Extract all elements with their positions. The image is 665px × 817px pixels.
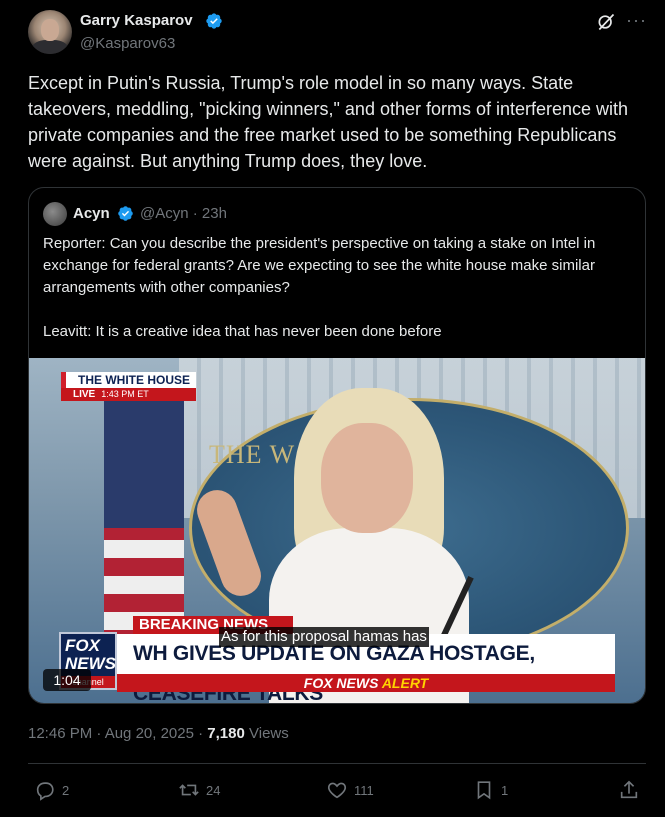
repost-icon (179, 784, 199, 796)
views-count: 7,180 (207, 725, 245, 742)
quoted-tweet[interactable]: Acyn @Acyn · 23h Reporter: Can you descr… (28, 187, 646, 704)
verified-badge-icon (118, 206, 133, 221)
reply-count: 2 (62, 782, 70, 798)
more-icon[interactable]: ··· (626, 10, 647, 31)
reply-icon (36, 782, 54, 801)
bookmark-icon (477, 781, 491, 800)
quoted-handle[interactable]: @Acyn · 23h (140, 205, 227, 222)
speaker (321, 423, 413, 533)
author-name[interactable]: Garry Kasparov (80, 12, 193, 29)
quoted-text: Reporter: Can you describe the president… (43, 235, 596, 340)
white-house-live-bug: THE WHITE HOUSE LIVE 1:43 PM ET (61, 372, 196, 403)
tweet-text: Except in Putin's Russia, Trump's role m… (28, 73, 629, 171)
like-count: 111 (354, 782, 374, 798)
us-flag (104, 378, 184, 638)
video-duration: 1:04 (43, 669, 91, 691)
tweet-timestamp[interactable]: 12:46 PM · Aug 20, 2025 · (28, 725, 207, 742)
like-icon (327, 782, 347, 799)
bookmark-count: 1 (501, 782, 509, 798)
repost-count: 24 (206, 782, 221, 798)
share-icon (620, 780, 638, 799)
grok-icon[interactable] (596, 12, 616, 32)
repost-button[interactable]: 24 (178, 778, 220, 802)
quoted-avatar[interactable] (43, 202, 67, 226)
quoted-author-name[interactable]: Acyn (73, 205, 110, 222)
reply-button[interactable]: 2 (34, 778, 69, 802)
tweet-meta: 12:46 PM · Aug 20, 2025 · 7,180 Views (28, 725, 289, 742)
views-label: Views (244, 725, 289, 742)
divider (28, 763, 646, 764)
author-handle[interactable]: @Kasparov63 (80, 35, 175, 52)
video-caption: As for this proposal hamas has (219, 627, 429, 647)
verified-badge-icon (206, 13, 222, 29)
bookmark-button[interactable]: 1 (473, 778, 508, 802)
fox-news-alert-bar: FOX NEWS ALERT (117, 674, 615, 692)
share-button[interactable] (618, 778, 640, 802)
video-player[interactable]: THE W HOUSE THE WHITE HOUSE LIVE1:43 PM … (29, 358, 645, 703)
like-button[interactable]: 111 (326, 778, 374, 802)
author-avatar[interactable] (28, 10, 72, 54)
tweet: Garry Kasparov @Kasparov63 ··· Except in… (0, 0, 665, 817)
